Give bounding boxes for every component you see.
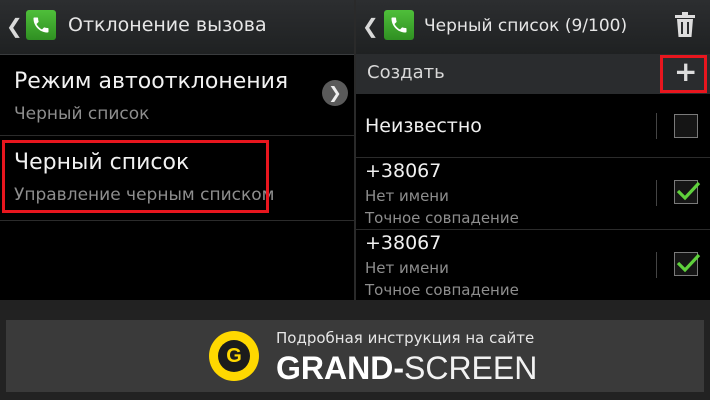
highlight-box-blacklist: [2, 140, 269, 213]
create-label: Создать: [367, 62, 445, 83]
entry-checkbox[interactable]: [674, 252, 701, 276]
check-icon: [676, 181, 701, 201]
entry-number: +38067: [365, 232, 442, 254]
right-panel-title: Черный список (9/100): [424, 16, 628, 36]
logo-letter: G: [218, 340, 250, 372]
entry-number: +38067: [365, 160, 442, 182]
brand-light: SCREEN: [403, 350, 538, 386]
row-separator: [656, 180, 657, 206]
list-item-blacklist-entry[interactable]: +38067 Нет имени Точное совпадение: [356, 230, 710, 300]
chevron-right-icon[interactable]: ❯: [322, 80, 348, 106]
item-title: Режим автоотклонения: [14, 69, 289, 94]
banner-brand: GRAND-SCREEN: [276, 350, 537, 387]
phone-icon: [26, 10, 56, 40]
unknown-label: Неизвестно: [365, 115, 482, 137]
check-icon: [676, 253, 701, 273]
highlight-box-add: [660, 55, 707, 93]
phone-icon: [384, 10, 414, 40]
list-item-unknown[interactable]: Неизвестно: [356, 95, 710, 158]
list-item-blacklist-entry[interactable]: +38067 Нет имени Точное совпадение: [356, 158, 710, 230]
chevron-left-icon[interactable]: ❮: [6, 16, 23, 36]
create-row[interactable]: Создать +: [356, 54, 710, 94]
left-action-bar: ❮ Отклонение вызова: [0, 0, 354, 55]
entry-match: Точное совпадение: [365, 209, 519, 227]
chevron-left-icon[interactable]: ❮: [362, 16, 379, 36]
phone-screen: ❮ Отклонение вызова Режим автоотклонения…: [0, 0, 710, 300]
entry-name: Нет имени: [365, 187, 449, 205]
entry-match: Точное совпадение: [365, 281, 519, 299]
unknown-checkbox[interactable]: [674, 114, 698, 138]
entry-checkbox[interactable]: [674, 180, 701, 204]
entry-name: Нет имени: [365, 259, 449, 277]
grand-screen-logo: G: [209, 331, 259, 381]
item-subtitle: Черный список: [14, 104, 150, 124]
trash-icon[interactable]: [674, 12, 696, 42]
banner-caption: Подробная инструкция на сайте: [276, 329, 535, 347]
left-panel-title: Отклонение вызова: [68, 14, 267, 36]
site-banner: G Подробная инструкция на сайте GRAND-SC…: [6, 320, 704, 392]
row-separator: [656, 252, 657, 278]
right-action-bar: ❮ Черный список (9/100): [356, 0, 710, 55]
row-separator: [656, 113, 657, 139]
list-item-auto-reject-mode[interactable]: Режим автоотклонения Черный список ❯: [0, 55, 354, 136]
brand-bold: GRAND-: [276, 350, 404, 386]
